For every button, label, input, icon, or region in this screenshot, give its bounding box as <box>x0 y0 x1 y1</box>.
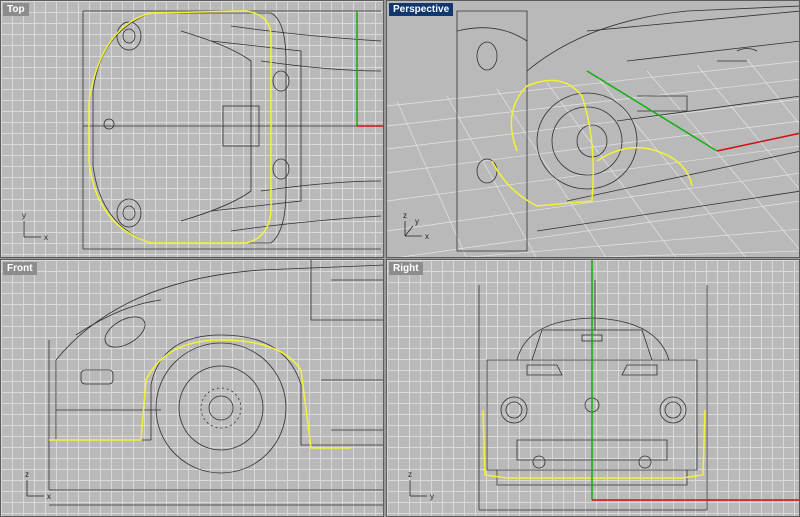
perspective-view-drawing: z y x <box>387 1 799 257</box>
viewport-front[interactable]: z x Front <box>0 259 384 517</box>
viewport-top[interactable]: y x Top <box>0 0 384 258</box>
axis-y-tag: y <box>415 217 419 226</box>
axis-z-tag: z <box>25 470 29 479</box>
viewport-right[interactable]: z y Right <box>386 259 800 517</box>
axis-x-tag: x <box>44 233 48 242</box>
viewport-label-perspective[interactable]: Perspective <box>389 3 454 16</box>
viewport-perspective[interactable]: z y x Perspective <box>386 0 800 258</box>
axis-x-tag: x <box>47 492 51 501</box>
rhino-viewports: y x Top z y x Perspective z x Front z y … <box>0 0 800 517</box>
viewport-label-top[interactable]: Top <box>3 3 29 16</box>
front-view-drawing: z x <box>25 260 383 506</box>
axis-y-tag: y <box>430 492 434 501</box>
axis-y-tag: y <box>22 211 26 220</box>
axis-z-tag: z <box>403 211 407 220</box>
viewport-label-front[interactable]: Front <box>3 262 37 275</box>
viewport-label-right[interactable]: Right <box>389 262 423 275</box>
yellow-curve <box>49 339 351 449</box>
axis-x-tag: x <box>425 232 429 241</box>
yellow-curve <box>482 409 706 479</box>
top-view-drawing: y x <box>22 10 383 250</box>
axis-z-tag: z <box>408 470 412 479</box>
yellow-curve <box>88 10 272 244</box>
right-view-drawing: z y <box>408 260 799 511</box>
